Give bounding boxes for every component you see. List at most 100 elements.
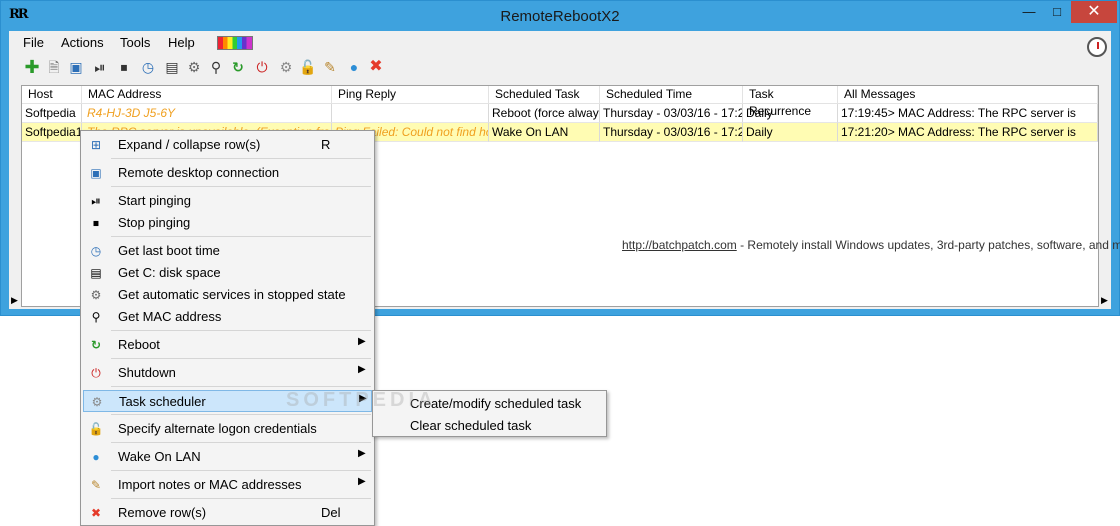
clock-icon[interactable]: ◷ xyxy=(139,58,157,76)
timer-icon[interactable] xyxy=(1087,37,1107,57)
start-ping-icon[interactable]: ⏯ xyxy=(91,58,109,76)
ctx-last-boot-time[interactable]: ◷ Get last boot time xyxy=(83,240,372,262)
menu-separator xyxy=(111,186,371,187)
ctx-label: Get MAC address xyxy=(118,309,222,324)
menu-separator xyxy=(111,330,371,331)
menu-tools[interactable]: Tools xyxy=(120,35,150,50)
cell-task: Wake On LAN xyxy=(489,123,600,142)
notes-icon[interactable]: ✎ xyxy=(321,58,339,76)
services-icon[interactable]: ⚙ xyxy=(185,58,203,76)
scheduler-icon[interactable]: ⚙ xyxy=(277,58,295,76)
menu-separator xyxy=(111,498,371,499)
ctx-task-scheduler[interactable]: ⚙ Task scheduler ▶ xyxy=(83,390,372,412)
menu-separator xyxy=(111,358,371,359)
delete-icon: ✖ xyxy=(90,506,102,520)
cell-task: Reboot (force always) xyxy=(489,104,600,123)
pin-icon: ⚲ xyxy=(91,310,101,324)
menu-actions[interactable]: Actions xyxy=(61,35,104,50)
minimize-button[interactable]: — xyxy=(1015,1,1043,23)
shutdown-icon[interactable]: ⏻ xyxy=(253,58,271,76)
delete-icon[interactable]: ✖ xyxy=(367,58,385,76)
ctx-reboot[interactable]: ↻ Reboot ▶ xyxy=(83,334,372,356)
submenu-arrow-icon: ▶ xyxy=(358,336,366,347)
col-all-messages[interactable]: All Messages xyxy=(838,86,1098,104)
ctx-label: Shutdown xyxy=(118,365,176,380)
ctx-disk-space[interactable]: ▤ Get C: disk space xyxy=(83,262,372,284)
ctx-start-pinging[interactable]: ⏯ Start pinging xyxy=(83,190,372,212)
cell-messages: 17:21:20> MAC Address: The RPC server is xyxy=(838,123,1098,142)
cell-recurrence: Daily xyxy=(743,123,838,142)
menu-separator xyxy=(111,386,371,387)
remote-desktop-icon[interactable]: ▣ xyxy=(67,58,85,76)
menu-separator xyxy=(111,442,371,443)
title-bar[interactable]: RR RemoteRebootX2 — □ ✕ xyxy=(1,1,1119,31)
scroll-right-icon[interactable]: ▶ xyxy=(1101,295,1108,306)
col-ping-reply[interactable]: Ping Reply xyxy=(332,86,489,104)
menu-separator xyxy=(111,414,371,415)
color-palette-icon[interactable] xyxy=(217,36,253,50)
reboot-icon[interactable]: ↻ xyxy=(229,58,247,76)
ctx-remote-desktop[interactable]: ▣ Remote desktop connection xyxy=(83,162,372,184)
ctx-stop-pinging[interactable]: ⏹ Stop pinging xyxy=(83,212,372,234)
remote-desktop-icon: ▣ xyxy=(90,166,102,180)
submenu-clear-task[interactable]: Clear scheduled task xyxy=(410,418,531,433)
menu-separator xyxy=(111,236,371,237)
ctx-logon-credentials[interactable]: 🔓 Specify alternate logon credentials xyxy=(83,418,372,440)
ctx-expand-collapse[interactable]: ⊞ Expand / collapse row(s) R xyxy=(83,134,372,156)
col-host[interactable]: Host xyxy=(22,86,82,104)
submenu-arrow-icon: ▶ xyxy=(358,476,366,487)
ctx-remove-rows[interactable]: ✖ Remove row(s) Del xyxy=(83,502,372,524)
scroll-left-icon[interactable]: ▶ xyxy=(11,295,18,306)
table-row[interactable]: Softpedia R4-HJ-3D J5-6Y Reboot (force a… xyxy=(22,104,1098,123)
col-mac-address[interactable]: MAC Address xyxy=(82,86,332,104)
add-host-icon[interactable]: 🗎 xyxy=(45,58,63,76)
ctx-label: Import notes or MAC addresses xyxy=(118,477,302,492)
footer-promo: http://batchpatch.com - Remotely install… xyxy=(622,238,1120,252)
menu-file[interactable]: File xyxy=(23,35,44,50)
gear-icon: ⚙ xyxy=(91,395,103,409)
globe-icon: ● xyxy=(92,450,100,464)
footer-text: - Remotely install Windows updates, 3rd-… xyxy=(736,238,1120,252)
maximize-button[interactable]: □ xyxy=(1043,1,1071,23)
ctx-label: Remote desktop connection xyxy=(118,165,280,180)
cell-host: Softpedia xyxy=(22,104,82,123)
ctx-label: Start pinging xyxy=(118,193,191,208)
batchpatch-link[interactable]: http://batchpatch.com xyxy=(622,238,737,252)
col-task-recurrence[interactable]: Task Recurrence xyxy=(743,86,838,118)
ctx-mac-address[interactable]: ⚲ Get MAC address xyxy=(83,306,372,328)
ctx-label: Task scheduler xyxy=(119,394,206,409)
ctx-label: Get C: disk space xyxy=(118,265,221,280)
task-scheduler-submenu: Create/modify scheduled task Clear sched… xyxy=(372,390,607,437)
stop-ping-icon[interactable]: ⏹ xyxy=(115,58,133,76)
col-scheduled-time[interactable]: Scheduled Time xyxy=(600,86,743,104)
close-button[interactable]: ✕ xyxy=(1071,1,1117,23)
ctx-label: Remove row(s) xyxy=(118,505,207,520)
globe-icon[interactable]: ● xyxy=(345,58,363,76)
submenu-create-modify-task[interactable]: Create/modify scheduled task xyxy=(410,396,581,411)
reboot-icon: ↻ xyxy=(90,338,102,352)
lock-icon[interactable]: 🔓 xyxy=(299,58,317,76)
lock-icon: 🔓 xyxy=(88,422,104,436)
ctx-shortcut: R xyxy=(321,137,331,152)
menu-separator xyxy=(111,158,371,159)
disk-icon[interactable]: ▤ xyxy=(163,58,181,76)
ctx-label: Get automatic services in stopped state xyxy=(118,287,346,302)
menu-help[interactable]: Help xyxy=(168,35,195,50)
ctx-stopped-services[interactable]: ⚙ Get automatic services in stopped stat… xyxy=(83,284,372,306)
play-icon: ⏯ xyxy=(91,194,101,208)
disk-icon: ▤ xyxy=(90,266,102,280)
ctx-import-notes[interactable]: ✎ Import notes or MAC addresses ▶ xyxy=(83,474,372,496)
menu-separator xyxy=(111,470,371,471)
cell-recurrence: Daily xyxy=(743,104,838,123)
col-scheduled-task[interactable]: Scheduled Task xyxy=(489,86,600,104)
submenu-arrow-icon: ▶ xyxy=(359,393,367,404)
window-title: RemoteRebootX2 xyxy=(500,8,620,25)
pin-icon[interactable]: ⚲ xyxy=(207,58,225,76)
expand-icon: ⊞ xyxy=(90,138,102,152)
ctx-wake-on-lan[interactable]: ● Wake On LAN ▶ xyxy=(83,446,372,468)
cell-messages: 17:19:45> MAC Address: The RPC server is xyxy=(838,104,1098,123)
ctx-shutdown[interactable]: ⏻ Shutdown ▶ xyxy=(83,362,372,384)
add-icon[interactable]: ✚ xyxy=(23,58,41,76)
cell-host: Softpedia1 xyxy=(22,123,82,142)
cell-mac: R4-HJ-3D J5-6Y xyxy=(82,104,332,123)
